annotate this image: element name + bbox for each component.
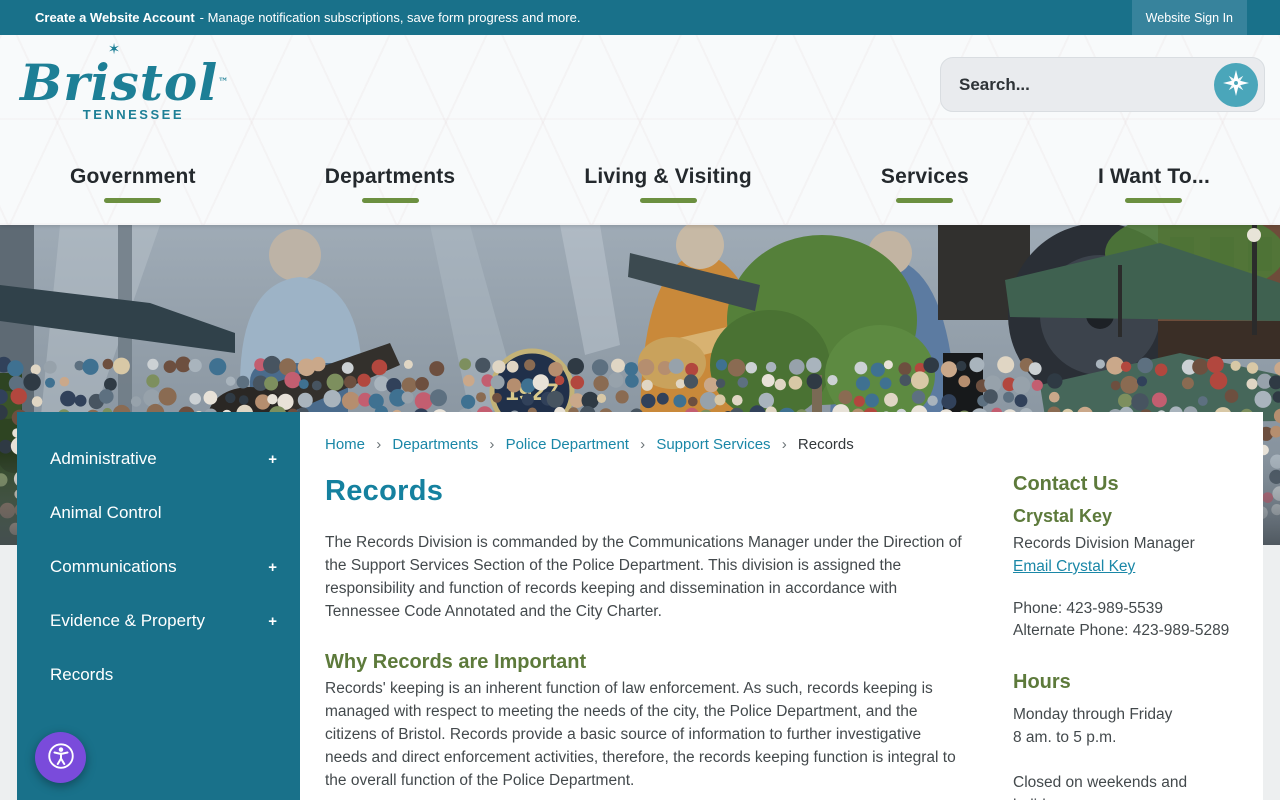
intro-paragraph: The Records Division is commanded by the… xyxy=(325,534,962,620)
breadcrumb-separator: › xyxy=(781,436,787,453)
nav-item-i-want-to[interactable]: I Want To... xyxy=(1098,165,1210,203)
hours-note: Closed on weekends and holidays. xyxy=(1013,773,1188,800)
article-column: Records The Records Division is commande… xyxy=(325,469,965,800)
accessibility-person-icon xyxy=(46,741,76,774)
nav-item-government[interactable]: Government xyxy=(70,165,196,203)
create-account-link[interactable]: Create a Website Account xyxy=(35,10,195,25)
sidenav-item-records[interactable]: Records xyxy=(17,648,300,702)
nav-underline xyxy=(361,198,419,203)
contact-name: Crystal Key xyxy=(1013,506,1113,526)
logo-wordmark: Bristol™ xyxy=(20,53,230,112)
main-navigation: Government Departments Living & Visiting… xyxy=(70,165,1210,203)
sidenav-item-administrative[interactable]: Administrative + xyxy=(17,432,300,486)
nav-underline xyxy=(1125,198,1183,203)
bristol-logo[interactable]: ✶ Bristol™ TENNESSEE xyxy=(20,42,228,122)
nav-item-living-visiting[interactable]: Living & Visiting xyxy=(584,165,752,203)
breadcrumb-separator: › xyxy=(489,436,495,453)
breadcrumb-link-departments[interactable]: Departments xyxy=(392,436,478,453)
breadcrumb-current: Records xyxy=(797,436,854,453)
nav-item-departments[interactable]: Departments xyxy=(325,165,456,203)
email-contact-link[interactable]: Email Crystal Key xyxy=(1013,558,1135,575)
breadcrumb-separator: › xyxy=(376,436,382,453)
search-submit-button[interactable] xyxy=(1214,62,1258,107)
breadcrumb-separator: › xyxy=(640,436,646,453)
contact-column: Contact Us Crystal Key Records Division … xyxy=(1013,469,1243,800)
accessibility-widget-button[interactable] xyxy=(35,732,86,783)
expand-plus-icon[interactable]: + xyxy=(268,559,277,576)
sidenav-item-communications[interactable]: Communications + xyxy=(17,540,300,594)
breadcrumb-link-home[interactable]: Home xyxy=(325,436,365,453)
nav-underline xyxy=(896,198,954,203)
section-paragraph: Records' keeping is an inherent function… xyxy=(325,679,956,789)
contact-us-heading: Contact Us xyxy=(1013,473,1119,495)
hours-days: Monday through Friday xyxy=(1013,705,1173,723)
contact-phone: Phone: 423-989-5539 xyxy=(1013,600,1163,617)
breadcrumb-link-support-services[interactable]: Support Services xyxy=(656,436,770,453)
section-heading: Why Records are Important xyxy=(325,650,587,673)
hours-heading: Hours xyxy=(1013,670,1071,693)
search-input[interactable] xyxy=(959,74,1214,95)
trademark-symbol: ™ xyxy=(218,77,230,88)
sidenav-item-animal-control[interactable]: Animal Control xyxy=(17,486,300,540)
account-tagline: - Manage notification subscriptions, sav… xyxy=(199,10,581,25)
website-sign-in-button[interactable]: Website Sign In xyxy=(1131,0,1247,35)
nav-item-services[interactable]: Services xyxy=(881,165,969,203)
site-header: ✶ Bristol™ TENNESSEE Government Departme… xyxy=(0,35,1280,225)
nav-underline xyxy=(639,198,697,203)
page-title: Records xyxy=(325,475,444,507)
hours-time: 8 am. to 5 p.m. xyxy=(1013,728,1117,746)
search-bar xyxy=(940,57,1265,112)
contact-role: Records Division Manager xyxy=(1013,535,1195,552)
compass-search-icon xyxy=(1223,70,1249,99)
main-panel: Home › Departments › Police Department ›… xyxy=(300,412,1263,800)
expand-plus-icon[interactable]: + xyxy=(268,451,277,468)
breadcrumb-link-police-department[interactable]: Police Department xyxy=(506,436,629,453)
expand-plus-icon[interactable]: + xyxy=(268,613,277,630)
nav-underline xyxy=(104,198,162,203)
contact-alt-phone: Alternate Phone: 423-989-5289 xyxy=(1013,622,1230,640)
content-area: Administrative + Animal Control Communic… xyxy=(17,412,1263,800)
breadcrumb: Home › Departments › Police Department ›… xyxy=(325,436,1248,453)
sidenav-item-evidence-property[interactable]: Evidence & Property + xyxy=(17,594,300,648)
top-utility-bar: Create a Website Account - Manage notifi… xyxy=(0,0,1280,35)
